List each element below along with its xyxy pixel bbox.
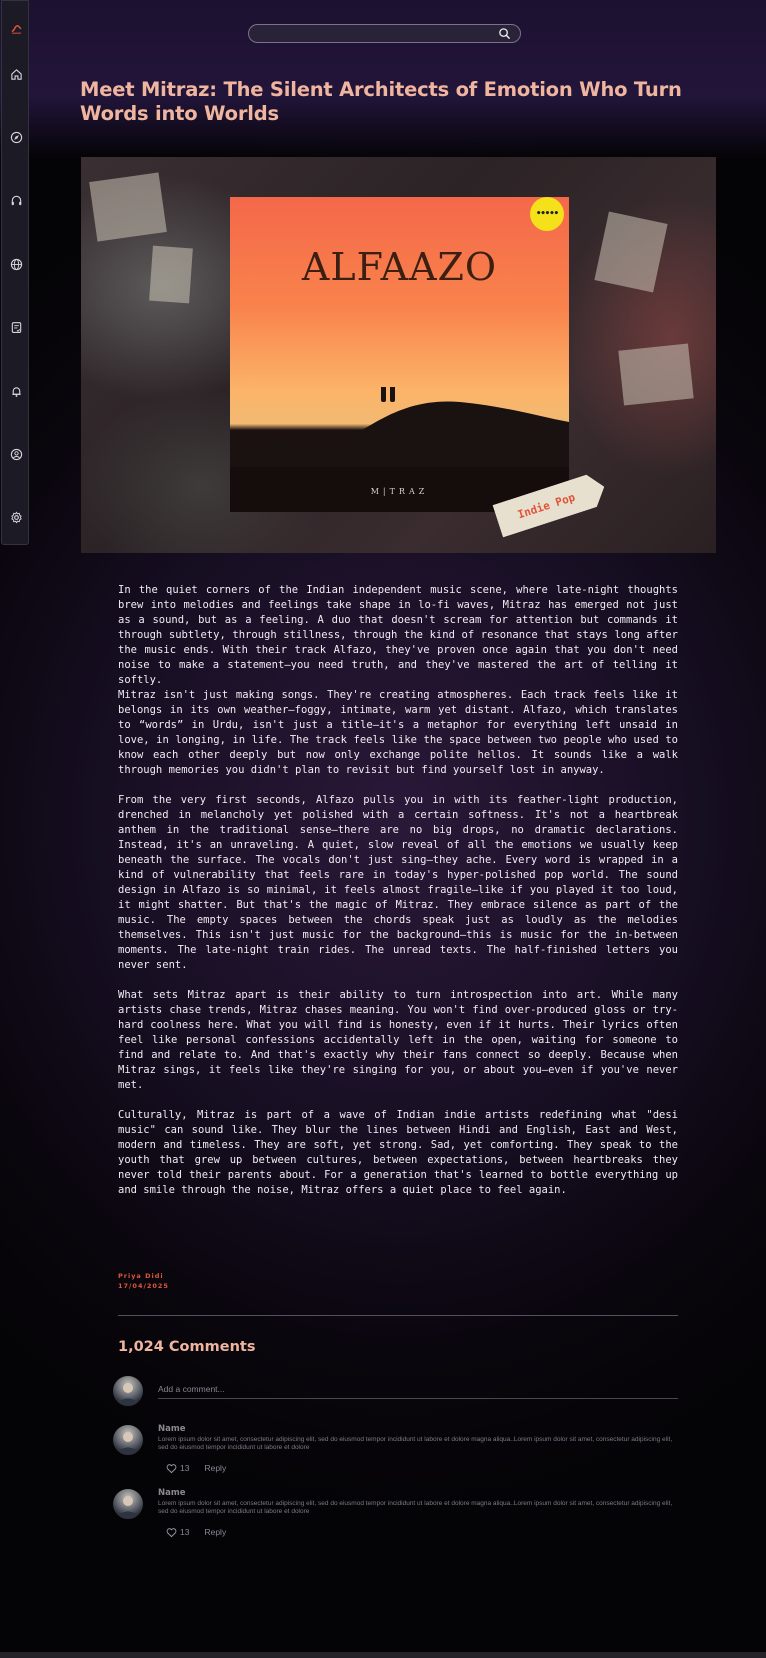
headphones-icon[interactable]	[6, 190, 26, 210]
hero-photo-scrap	[149, 245, 193, 304]
divider	[118, 1315, 678, 1316]
comment-avatar	[113, 1489, 143, 1519]
bell-icon[interactable]	[6, 381, 26, 401]
comment-text: Lorem ipsum dolor sit amet, consectetur …	[158, 1500, 673, 1515]
like-count: 13	[180, 1527, 190, 1537]
article-body: In the quiet corners of the Indian indep…	[118, 583, 678, 1198]
avatar	[113, 1376, 143, 1406]
byline: Priya Didi 17/04/2025	[118, 1271, 169, 1291]
comment-text: Lorem ipsum dolor sit amet, consectetur …	[158, 1436, 673, 1451]
comment-author: Name	[158, 1424, 186, 1434]
hero-photo-scrap	[618, 343, 694, 406]
saved-list-icon[interactable]	[6, 317, 26, 337]
bottom-scrollbar[interactable]	[0, 1652, 766, 1658]
add-comment-input[interactable]	[158, 1380, 678, 1399]
page-title: Meet Mitraz: The Silent Architects of Em…	[80, 78, 682, 125]
comment-actions: 13 Reply	[166, 1462, 226, 1474]
comment-author: Name	[158, 1488, 186, 1498]
like-button[interactable]: 13	[166, 1463, 189, 1474]
article-paragraph: Mitraz isn't just making songs. They're …	[118, 689, 678, 776]
album-cover: ALFAAZO M|TRAZ	[230, 197, 569, 512]
search-bar	[248, 24, 521, 43]
album-sticker: •••••	[530, 197, 564, 231]
like-button[interactable]: 13	[166, 1527, 189, 1538]
brand-logo-icon[interactable]	[6, 18, 26, 38]
comment-avatar	[113, 1425, 143, 1455]
reply-button[interactable]: Reply	[204, 1463, 226, 1473]
profile-icon[interactable]	[6, 444, 26, 464]
like-count: 13	[180, 1463, 190, 1473]
settings-icon[interactable]	[6, 507, 26, 527]
hero-photo-scrap	[89, 172, 167, 242]
heart-icon	[166, 1463, 177, 1473]
sidebar	[1, 0, 29, 545]
genre-tag-label: Indie Pop	[515, 490, 577, 521]
publish-date: 17/04/2025	[118, 1282, 169, 1290]
reply-button[interactable]: Reply	[204, 1527, 226, 1537]
article-paragraph: What sets Mitraz apart is their ability …	[118, 989, 678, 1091]
comment-actions: 13 Reply	[166, 1526, 226, 1538]
album-title: ALFAAZO	[301, 245, 498, 289]
hero-photo-scrap	[594, 211, 668, 293]
comments-count-title: 1,024 Comments	[118, 1339, 256, 1355]
home-icon[interactable]	[6, 64, 26, 84]
hero-image: ALFAAZO M|TRAZ ••••• Indie Pop	[81, 157, 716, 553]
album-sticker-text: •••••	[535, 209, 559, 219]
globe-icon[interactable]	[6, 254, 26, 274]
search-input[interactable]	[259, 26, 493, 43]
article-paragraph: In the quiet corners of the Indian indep…	[118, 584, 678, 686]
article-paragraph: Culturally, Mitraz is part of a wave of …	[118, 1109, 678, 1196]
author-name: Priya Didi	[118, 1272, 164, 1280]
album-artist: M|TRAZ	[370, 487, 429, 496]
compass-icon[interactable]	[6, 127, 26, 147]
article-paragraph: From the very first seconds, Alfazo pull…	[118, 794, 678, 971]
search-icon[interactable]	[498, 27, 511, 40]
heart-icon	[166, 1527, 177, 1537]
